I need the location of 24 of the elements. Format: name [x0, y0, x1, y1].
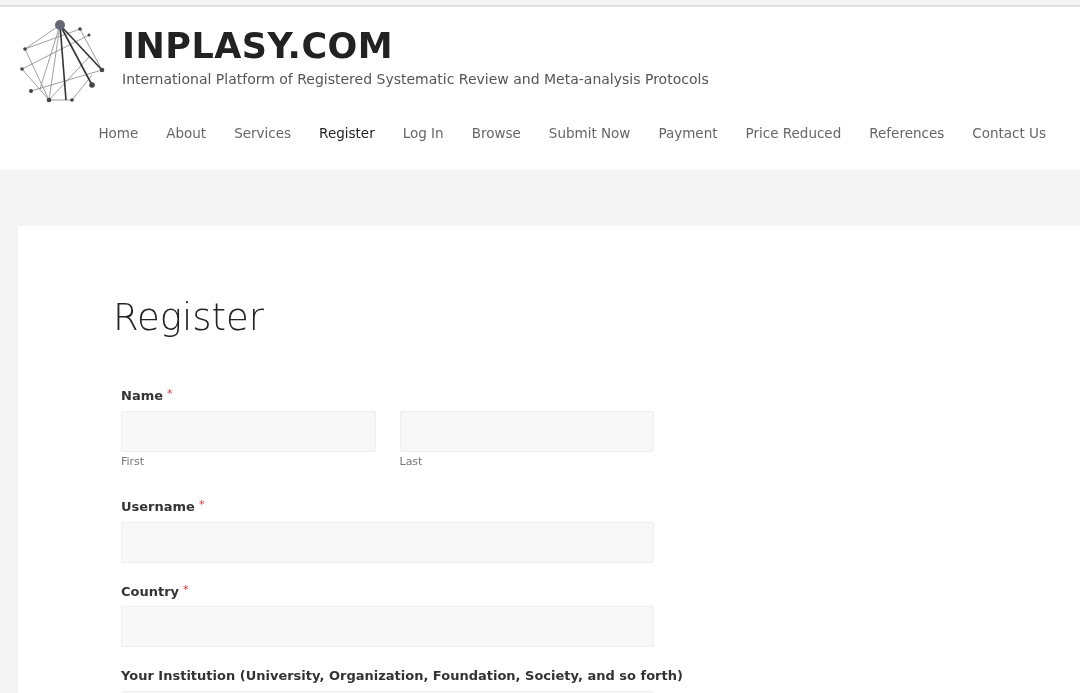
- nav-link[interactable]: Browse: [457, 123, 535, 144]
- nav-link[interactable]: Submit Now: [534, 123, 645, 144]
- field-sublabel: First: [121, 453, 146, 470]
- nav-link[interactable]: References: [855, 123, 959, 144]
- field-label: Country: [121, 582, 180, 601]
- nav-link[interactable]: About: [152, 123, 221, 144]
- site-tagline: International Platform of Registered Systematic Review and Meta-analysis Protocols: [122, 70, 709, 89]
- required-mark: *: [183, 581, 189, 598]
- nav-link[interactable]: Contact Us: [958, 123, 1060, 144]
- nav-link[interactable]: Payment: [644, 123, 732, 144]
- field-label: Username: [121, 498, 195, 517]
- nav-link[interactable]: Register: [305, 123, 389, 144]
- required-mark: *: [198, 497, 205, 514]
- nav-link[interactable]: Log In: [388, 123, 458, 144]
- field-label: Name: [121, 387, 163, 406]
- site-title[interactable]: INPLASY.COM: [122, 29, 709, 64]
- logo-icon: [18, 19, 106, 103]
- field-sublabel: Last: [399, 453, 424, 470]
- page-title: Register: [113, 296, 266, 341]
- field-label: Your Institution (University, Organization, Foundation, Society, and so forth): [121, 667, 683, 686]
- nav-link[interactable]: Home: [84, 123, 153, 144]
- required-mark: *: [167, 386, 173, 403]
- nav-link[interactable]: Price Reduced: [731, 123, 856, 144]
- nav-link[interactable]: Services: [220, 123, 306, 144]
